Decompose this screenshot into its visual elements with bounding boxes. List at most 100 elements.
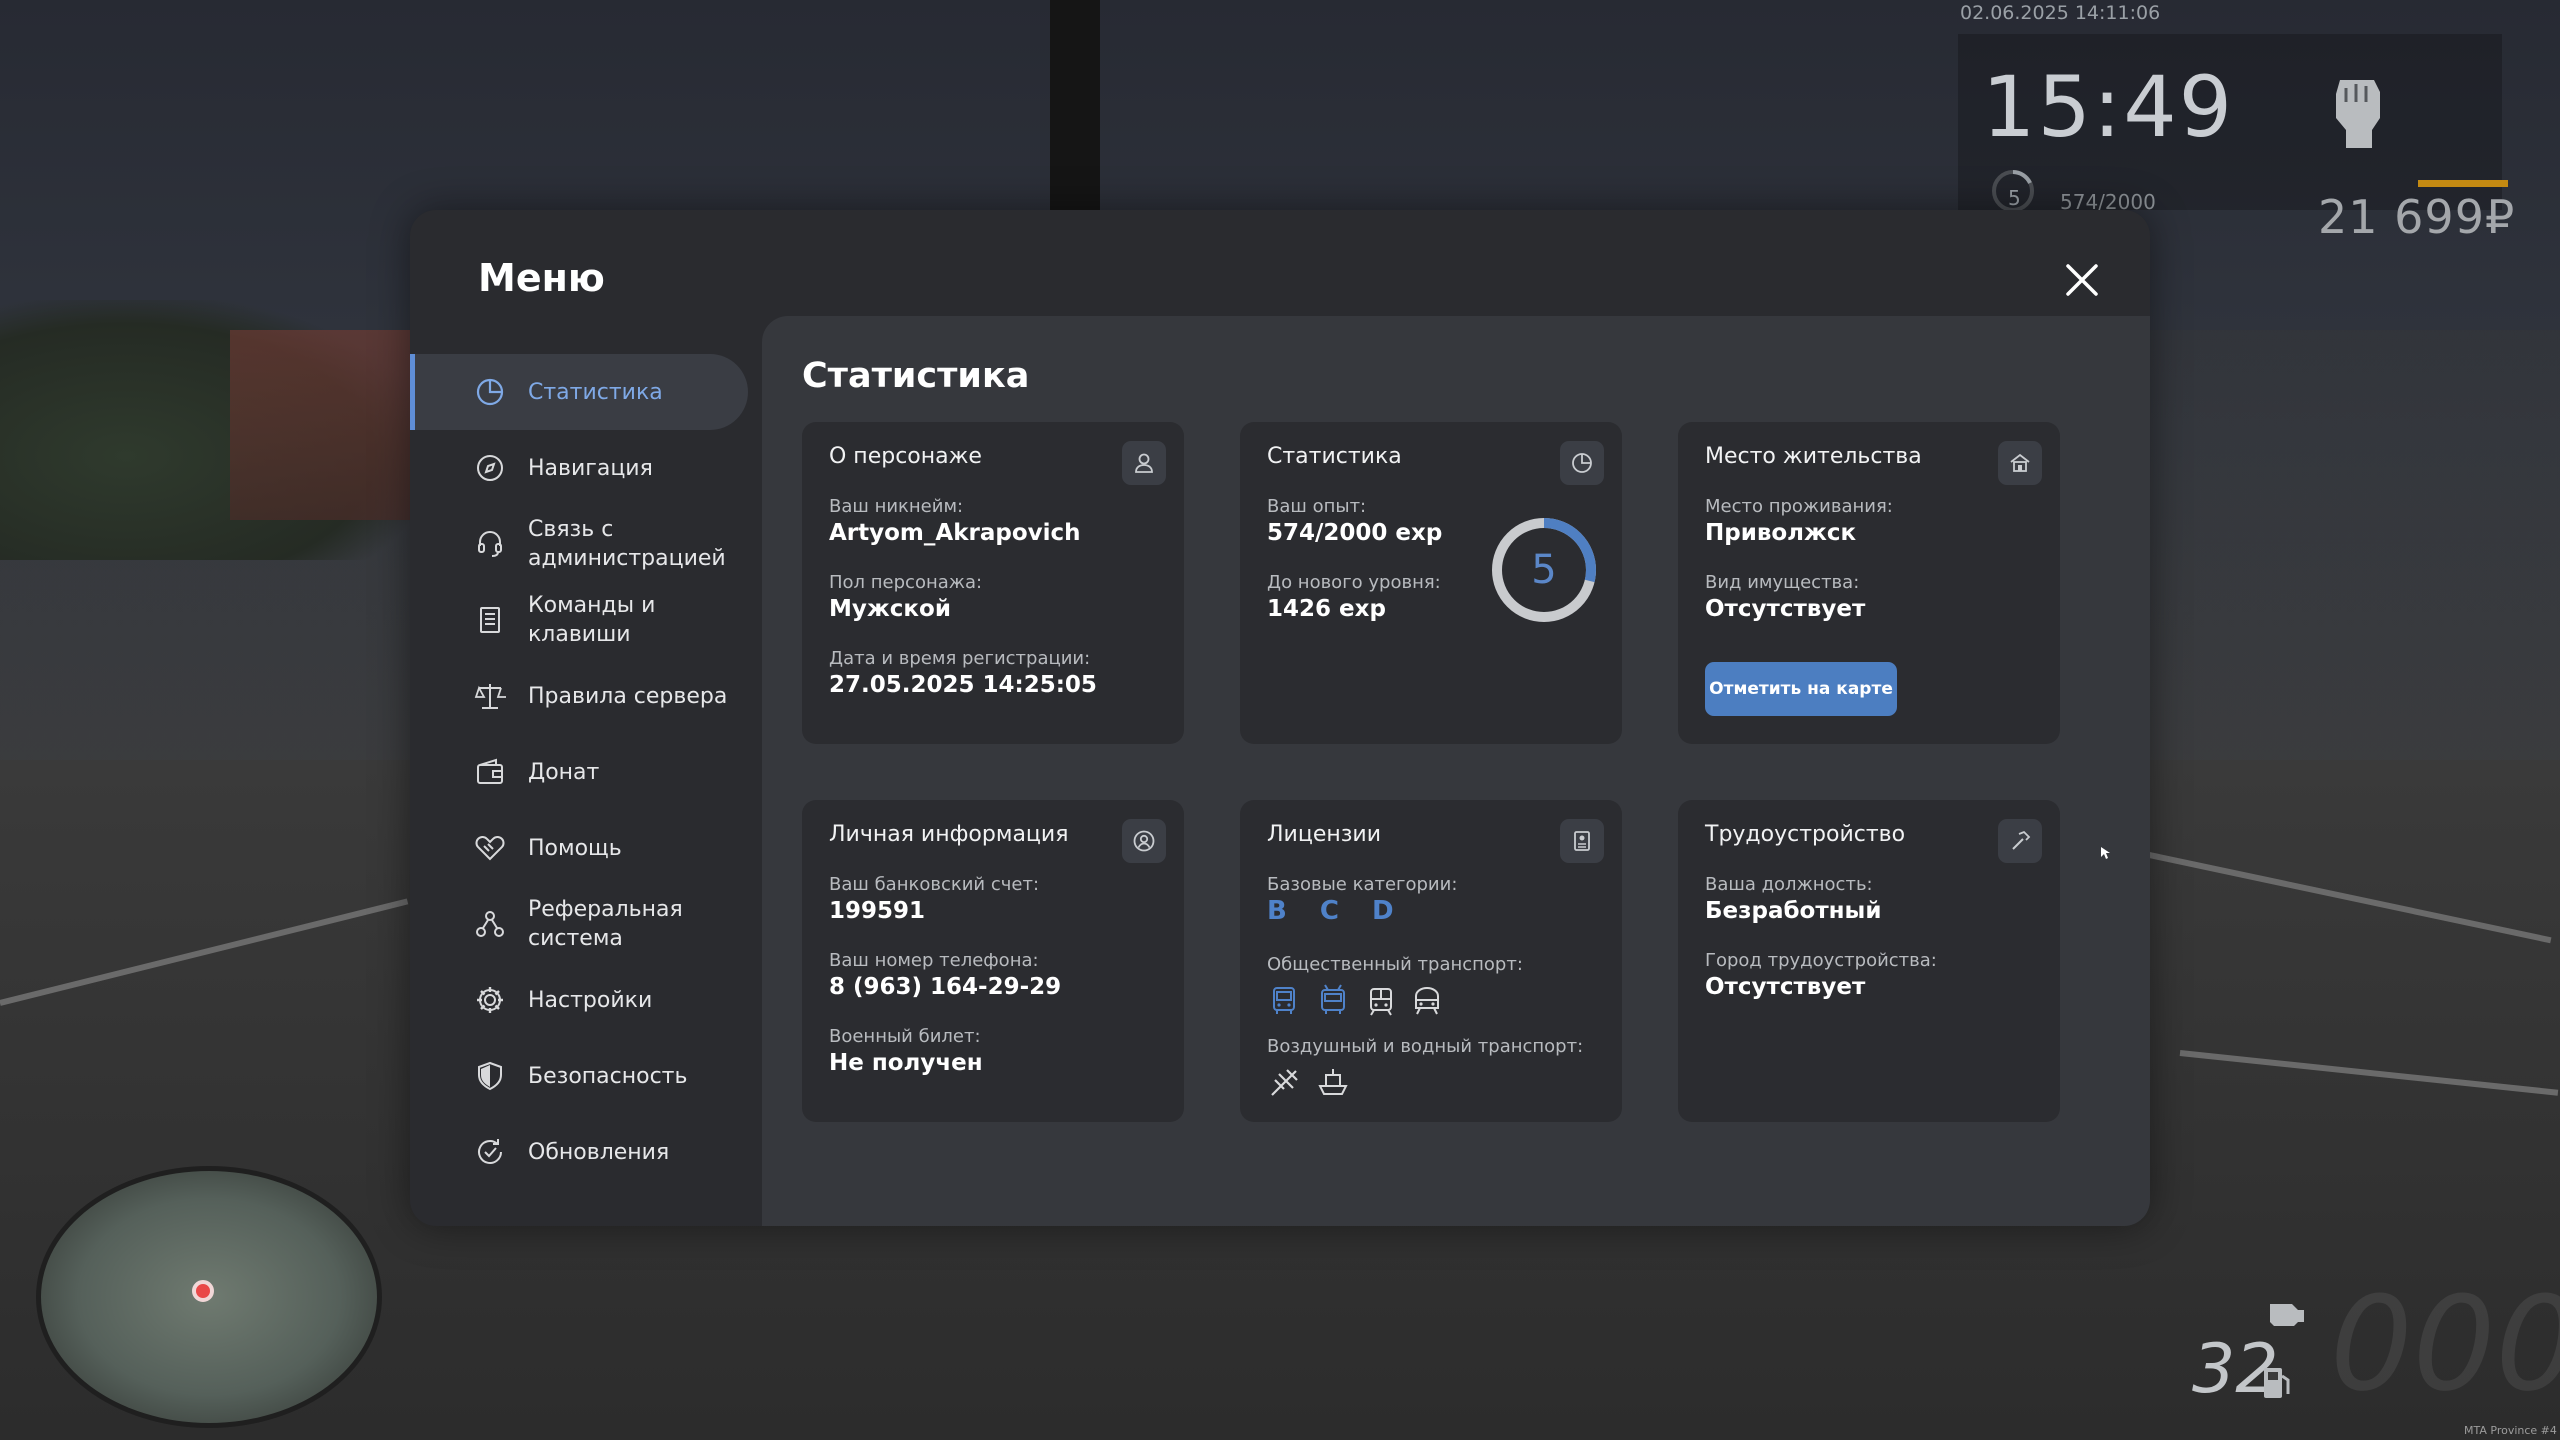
exp-value: 574/2000 exp (1267, 520, 1443, 546)
player-marker-icon (192, 1280, 214, 1302)
mouse-cursor-icon (2101, 847, 2110, 859)
phone-value: 8 (963) 164-29-29 (829, 974, 1062, 1000)
pie-chart-icon (476, 378, 504, 406)
wallet-icon (477, 758, 503, 784)
game-pole (1050, 0, 1100, 215)
card-icon-box (1998, 819, 2042, 863)
property-label: Вид имущества: (1705, 572, 1860, 593)
clock-chart-icon (1572, 453, 1592, 473)
property-value: Отсутствует (1705, 596, 1866, 622)
card-title: Лицензии (1267, 822, 1382, 847)
base-categories-label: Базовые категории: (1267, 874, 1458, 895)
gear-icon (477, 987, 503, 1013)
sidebar-item-label: Реферальная система (528, 897, 683, 951)
mark-on-map-button[interactable]: Отметить на карте (1705, 662, 1897, 716)
card-title: Трудоустройство (1705, 822, 1906, 847)
sidebar-item-label: Правила сервера (528, 683, 728, 709)
bank-value: 199591 (829, 898, 926, 924)
military-value: Не получен (829, 1050, 983, 1076)
user-icon (1135, 453, 1153, 473)
hud-clock: 15:49 (1982, 58, 2235, 156)
user-circle-icon (1133, 830, 1155, 852)
compass-icon (477, 455, 503, 481)
military-label: Военный билет: (829, 1026, 981, 1047)
scales-icon (474, 684, 506, 709)
hammer-icon (2012, 830, 2031, 850)
residence-label: Место проживания: (1705, 496, 1893, 517)
registration-value: 27.05.2025 14:25:05 (829, 672, 1097, 698)
fuel-icon (2264, 1368, 2290, 1398)
bank-label: Ваш банковский счет: (829, 874, 1040, 895)
handshake-icon (475, 836, 505, 861)
sidebar-item-label: Навигация (528, 455, 653, 481)
sidebar-item-security[interactable]: Безопасность (410, 1038, 750, 1114)
job-city-label: Город трудоустройства: (1705, 950, 1937, 971)
experience-card: Статистика Ваш опыт: 574/2000 exp До нов… (1240, 422, 1622, 744)
phone-label: Ваш номер телефона: (829, 950, 1039, 971)
job-label: Ваша должность: (1705, 874, 1873, 895)
job-city-value: Отсутствует (1705, 974, 1866, 1000)
section-title: Статистика (802, 356, 1030, 396)
card-title: Личная информация (829, 822, 1069, 847)
sidebar-item-label: Помощь (528, 835, 622, 861)
metro-icon (1415, 987, 1439, 1015)
character-card: О персонаже Ваш никнейм: Artyom_Akrapovi… (802, 422, 1184, 744)
sidebar-item-help[interactable]: Помощь (410, 810, 750, 886)
card-icon-box (1998, 441, 2042, 485)
sidebar-item-rules[interactable]: Правила сервера (410, 658, 750, 734)
shield-icon (478, 1061, 502, 1091)
headset-icon (478, 531, 502, 557)
content-area: Статистика О персонаже Ваш никнейм: Arty… (762, 316, 2150, 1226)
sidebar-item-navigation[interactable]: Навигация (410, 430, 750, 506)
base-categories-value: B C D (1267, 896, 1406, 926)
nickname-label: Ваш никнейм: (829, 496, 964, 517)
sidebar: Статистика Навигация Связь с администрац… (410, 354, 750, 1190)
watermark: MTA Province #4 (2464, 1424, 2557, 1437)
gender-value: Мужской (829, 596, 951, 622)
nickname-value: Artyom_Akrapovich (829, 520, 1081, 546)
card-icon-box (1560, 819, 1604, 863)
air-water-label: Воздушный и водный транспорт: (1267, 1036, 1584, 1057)
menu-modal: Меню Статистика Навигация Связь с админи… (410, 210, 2150, 1226)
sidebar-item-referral[interactable]: Реферальная система (410, 886, 750, 962)
level-number: 5 (1531, 547, 1557, 593)
license-icon (1574, 831, 1590, 851)
card-icon-box (1560, 441, 1604, 485)
sidebar-item-donate[interactable]: Донат (410, 734, 750, 810)
sidebar-item-label: Безопасность (528, 1063, 688, 1089)
hud-datetime: 02.06.2025 14:11:06 (1960, 2, 2161, 24)
sidebar-item-statistics[interactable]: Статистика (410, 354, 748, 430)
trolleybus-icon (1321, 984, 1345, 1014)
sidebar-item-commands[interactable]: Команды и клавиши (410, 582, 750, 658)
sidebar-item-settings[interactable]: Настройки (410, 962, 750, 1038)
list-icon (480, 607, 500, 633)
refresh-check-icon (478, 1139, 502, 1164)
card-title: Статистика (1267, 444, 1402, 469)
sidebar-item-label: Обновления (528, 1139, 670, 1165)
sidebar-item-label: Связь с администрацией (528, 517, 726, 571)
referral-icon (476, 911, 504, 937)
tram-icon (1370, 988, 1392, 1016)
residence-value: Приволжск (1705, 520, 1857, 546)
sidebar-item-admin-contact[interactable]: Связь с администрацией (410, 506, 750, 582)
personal-info-card: Личная информация Ваш банковский счет: 1… (802, 800, 1184, 1122)
house-icon (2010, 453, 2030, 472)
registration-label: Дата и время регистрации: (829, 648, 1091, 669)
plane-icon (1271, 1069, 1298, 1096)
close-icon[interactable] (2060, 258, 2104, 302)
exp-label: Ваш опыт: (1267, 496, 1367, 517)
gender-label: Пол персонажа: (829, 572, 983, 593)
employment-card: Трудоустройство Ваша должность: Безработ… (1678, 800, 2060, 1122)
sidebar-item-label: Донат (528, 759, 600, 785)
sidebar-item-label: Статистика (528, 379, 663, 405)
sidebar-item-updates[interactable]: Обновления (410, 1114, 750, 1190)
engine-icon (2270, 1304, 2304, 1326)
boat-icon (1318, 1069, 1348, 1095)
bus-icon (1273, 987, 1295, 1014)
card-title: О персонаже (829, 444, 982, 469)
job-value: Безработный (1705, 898, 1882, 924)
card-icon-box (1122, 441, 1166, 485)
menu-title: Меню (478, 256, 605, 300)
fist-icon (2336, 80, 2380, 148)
public-transport-label: Общественный транспорт: (1267, 954, 1523, 975)
